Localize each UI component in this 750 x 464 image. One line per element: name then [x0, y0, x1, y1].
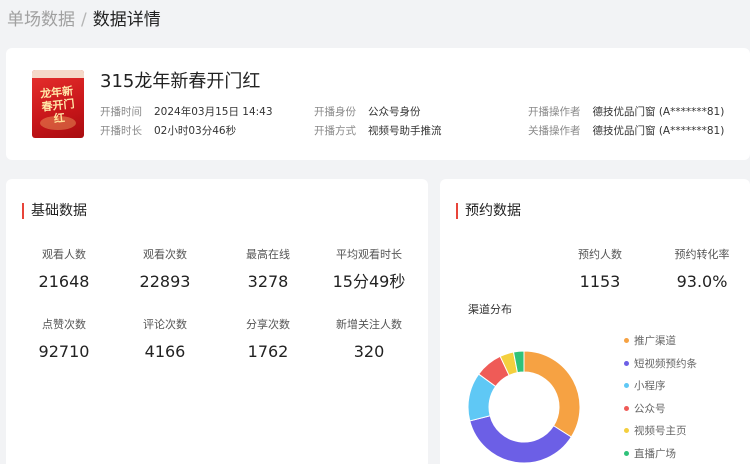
meta-end-operator: 关播操作者 德技优品门窗 (A*******81) [528, 124, 724, 138]
legend-dot [624, 450, 629, 456]
cover-glow [40, 116, 76, 130]
legend-label: 小程序 [634, 380, 666, 393]
legend-item[interactable]: 推广渠道 [624, 334, 697, 357]
stat-label: 预约人数 [578, 248, 622, 261]
meta-value: 德技优品门窗 (A*******81) [592, 125, 725, 137]
meta-label: 开播时间 [100, 106, 142, 118]
stat-label: 评论次数 [143, 318, 187, 331]
legend-dot [624, 383, 629, 389]
meta-label: 开播操作者 [528, 106, 581, 118]
stat-label: 分享次数 [246, 318, 290, 331]
stat-value: 22893 [139, 272, 191, 291]
meta-value: 公众号身份 [368, 106, 421, 118]
meta-method: 开播方式 视频号助手推流 [314, 124, 442, 138]
stat-conversion-rate: 预约转化率 93.0% [656, 248, 748, 292]
legend-item[interactable]: 公众号 [624, 402, 697, 425]
stat-label: 点赞次数 [42, 318, 86, 331]
meta-value: 视频号助手推流 [368, 125, 442, 137]
stat-label: 平均观看时长 [336, 248, 402, 261]
legend-item[interactable]: 短视频预约条 [624, 357, 697, 380]
stat-shares: 分享次数 1762 [222, 318, 314, 362]
page-title: 数据详情 [92, 10, 161, 30]
meta-duration: 开播时长 02小时03分46秒 [100, 124, 236, 138]
legend-label: 视频号主页 [634, 425, 687, 438]
meta-start-operator: 开播操作者 德技优品门窗 (A*******81) [528, 105, 724, 119]
legend-dot [624, 360, 629, 366]
channel-distribution-title: 渠道分布 [468, 303, 512, 316]
stat-likes: 点赞次数 92710 [18, 318, 110, 362]
legend-dot [624, 338, 629, 343]
live-cover-image: 龙年新春开门红 [32, 70, 84, 138]
meta-label: 开播身份 [314, 106, 356, 118]
stat-value: 92710 [38, 342, 90, 361]
legend-label: 推广渠道 [634, 335, 676, 347]
live-title: 315龙年新春开门红 [100, 71, 261, 92]
meta-start-time: 开播时间 2024年03月15日 14:43 [100, 105, 273, 119]
meta-label: 开播时长 [100, 125, 142, 137]
legend-item[interactable]: 直播广场 [624, 447, 697, 464]
legend-label: 直播广场 [634, 447, 676, 460]
stat-views: 观看次数 22893 [119, 248, 211, 292]
meta-label: 开播方式 [314, 125, 356, 137]
stat-viewers: 观看人数 21648 [18, 248, 110, 292]
stat-value: 3278 [247, 272, 289, 291]
stat-reservations: 预约人数 1153 [554, 248, 646, 292]
legend-item[interactable]: 视频号主页 [624, 424, 697, 447]
breadcrumb: 单场数据 / 数据详情 [7, 9, 161, 31]
stat-value: 320 [353, 342, 385, 361]
legend-label: 短视频预约条 [634, 357, 697, 370]
breadcrumb-separator: / [81, 10, 87, 30]
stat-new-followers: 新增关注人数 320 [323, 318, 415, 362]
stat-avg-watch-time: 平均观看时长 15分49秒 [323, 248, 415, 292]
cover-header-strip [32, 70, 84, 78]
meta-identity: 开播身份 公众号身份 [314, 105, 421, 119]
stat-value: 15分49秒 [332, 272, 406, 291]
stat-label: 观看人数 [42, 248, 86, 261]
channel-donut-chart [467, 350, 581, 464]
basic-data-title: 基础数据 [22, 202, 87, 220]
stat-label: 新增关注人数 [336, 318, 402, 331]
stat-value: 21648 [38, 272, 90, 291]
channel-legend: 推广渠道 短视频预约条 小程序 公众号 视频号主页 直播广场 [624, 334, 697, 464]
basic-data-card: 基础数据 观看人数 21648 观看次数 22893 最高在线 3278 平均观… [6, 179, 428, 464]
stat-label: 预约转化率 [674, 248, 730, 261]
breadcrumb-parent-link[interactable]: 单场数据 [7, 10, 75, 30]
live-info-card: 龙年新春开门红 315龙年新春开门红 开播时间 2024年03月15日 14:43… [6, 48, 750, 160]
legend-label: 公众号 [634, 402, 666, 415]
stat-peak-online: 最高在线 3278 [222, 248, 314, 292]
legend-dot [624, 428, 629, 434]
stat-comments: 评论次数 4166 [119, 318, 211, 362]
legend-dot [624, 405, 629, 411]
reservation-data-card: 预约数据 预约人数 1153 预约转化率 93.0% 渠道分布 推广渠道 短视频… [440, 179, 750, 464]
meta-value: 02小时03分46秒 [154, 125, 237, 137]
stat-value: 93.0% [676, 272, 728, 291]
meta-value: 2024年03月15日 14:43 [154, 106, 273, 118]
reservation-data-title: 预约数据 [456, 202, 521, 220]
legend-item[interactable]: 小程序 [624, 379, 697, 402]
stat-label: 最高在线 [246, 248, 290, 261]
stat-value: 1153 [579, 272, 621, 291]
stat-value: 1762 [247, 342, 289, 361]
meta-label: 关播操作者 [528, 125, 581, 137]
stat-label: 观看次数 [143, 248, 187, 261]
stat-value: 4166 [144, 342, 186, 361]
donut-slice-0[interactable] [523, 350, 581, 438]
meta-value: 德技优品门窗 (A*******81) [592, 106, 725, 118]
